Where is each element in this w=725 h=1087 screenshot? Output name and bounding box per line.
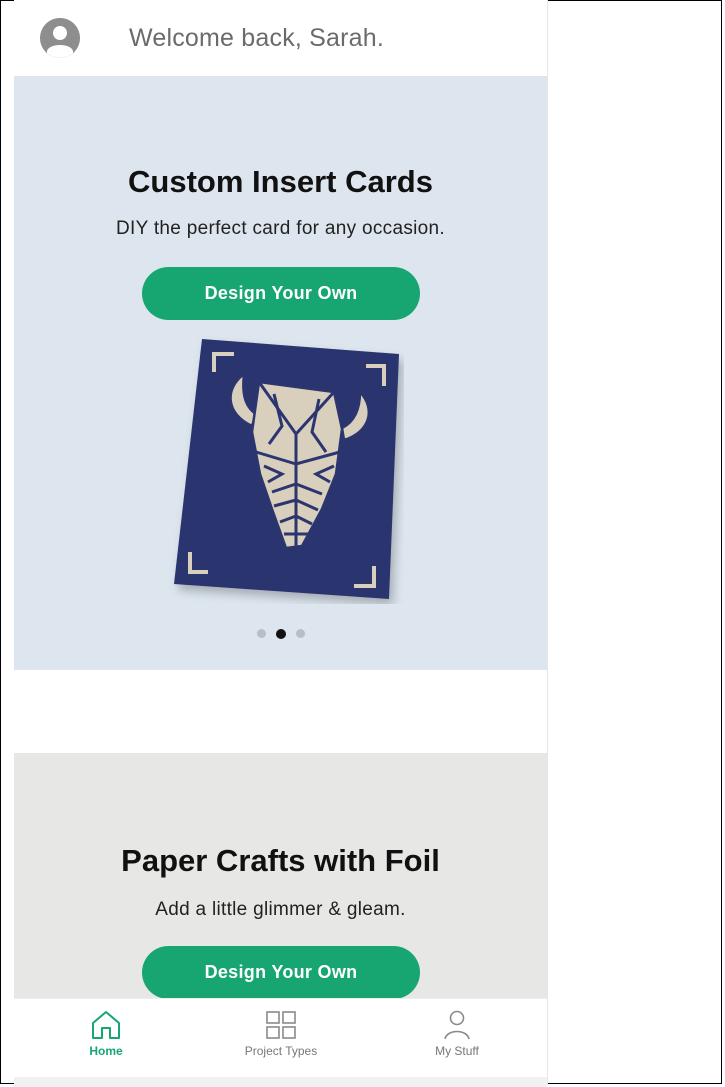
nav-home-label: Home bbox=[89, 1044, 123, 1058]
carousel-indicator bbox=[14, 628, 547, 639]
user-icon bbox=[444, 1010, 470, 1040]
avatar-icon bbox=[40, 18, 80, 58]
nav-my-stuff[interactable]: My Stuff bbox=[387, 1009, 527, 1058]
hero-banner[interactable]: Custom Insert Cards DIY the perfect card… bbox=[14, 76, 547, 670]
app-screen: Welcome back, Sarah. Custom Insert Cards… bbox=[14, 0, 547, 1087]
carousel-dot[interactable] bbox=[295, 629, 305, 638]
nav-project-types-label: Project Types bbox=[244, 1044, 318, 1058]
carousel-dot-active[interactable] bbox=[275, 628, 286, 639]
bottom-nav: Home Project Types My Stuff bbox=[14, 999, 547, 1077]
hero-subtitle: DIY the perfect card for any occasion. bbox=[116, 218, 445, 239]
hero-title: Custom Insert Cards bbox=[128, 164, 433, 199]
avatar[interactable] bbox=[40, 18, 80, 58]
nav-project-types[interactable]: Project Types bbox=[211, 1009, 351, 1058]
nav-my-stuff-label: My Stuff bbox=[435, 1044, 479, 1058]
foil-crafts-title: Paper Crafts with Foil bbox=[121, 843, 440, 878]
system-bar bbox=[14, 1077, 547, 1087]
frame-divider bbox=[547, 0, 548, 1084]
foil-crafts-subtitle: Add a little glimmer & gleam. bbox=[155, 899, 406, 920]
grid-icon bbox=[266, 1011, 296, 1039]
design-your-own-button[interactable]: Design Your Own bbox=[142, 267, 420, 320]
bison-card-image bbox=[164, 334, 404, 604]
foil-crafts-banner[interactable]: Paper Crafts with Foil Add a little glim… bbox=[14, 753, 547, 1013]
carousel-dot[interactable] bbox=[256, 629, 266, 638]
nav-home[interactable]: Home bbox=[36, 1009, 176, 1058]
bison-card-illustration bbox=[174, 339, 399, 599]
welcome-message: Welcome back, Sarah. bbox=[129, 24, 385, 52]
home-icon bbox=[92, 1011, 120, 1039]
design-your-own-button-foil[interactable]: Design Your Own bbox=[142, 946, 420, 999]
header: Welcome back, Sarah. bbox=[14, 0, 547, 76]
